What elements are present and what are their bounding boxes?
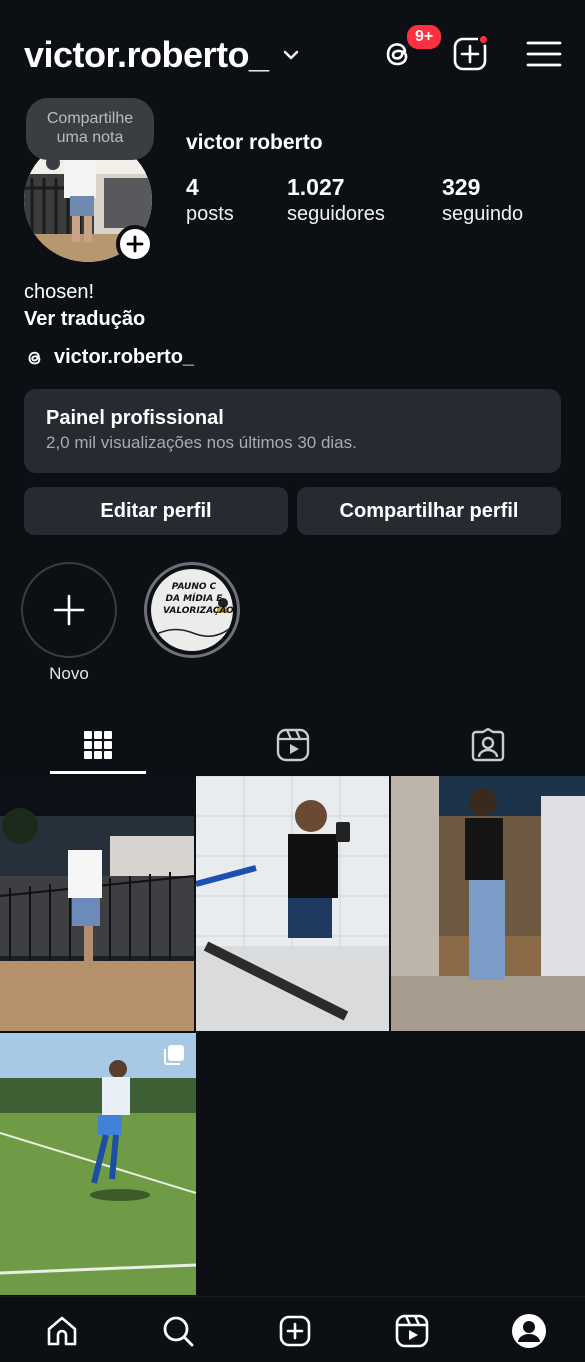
add-story-button[interactable] <box>116 225 154 263</box>
stat-label: posts <box>186 203 234 225</box>
create-icon <box>279 1315 311 1347</box>
post-thumbnail[interactable] <box>0 776 194 1031</box>
top-bar: victor.roberto_ 9+ <box>0 0 585 110</box>
tagged-icon <box>471 728 504 762</box>
threads-profile-link[interactable]: victor.roberto_ <box>24 346 194 369</box>
professional-dashboard[interactable]: Painel profissional 2,0 mil visualizaçõe… <box>24 389 561 473</box>
full-name: victor roberto <box>186 131 323 154</box>
tab-reels[interactable] <box>195 716 390 774</box>
username: victor.roberto_ <box>24 34 269 75</box>
nav-home[interactable] <box>42 1311 82 1351</box>
post-thumbnail[interactable] <box>0 1033 196 1295</box>
reels-icon <box>276 728 309 762</box>
profile-tabs <box>0 716 585 776</box>
grid-icon <box>83 731 112 759</box>
see-translation-link[interactable]: Ver tradução <box>24 308 145 331</box>
new-activity-dot <box>478 34 489 45</box>
post-image <box>391 776 585 1031</box>
account-switcher[interactable]: victor.roberto_ <box>24 34 299 76</box>
tab-tagged[interactable] <box>390 716 585 774</box>
stat-value: 329 <box>442 174 481 200</box>
nav-reels[interactable] <box>392 1311 432 1351</box>
panel-title: Painel profissional <box>46 407 224 429</box>
carousel-icon <box>164 1045 184 1065</box>
stat-value: 1.027 <box>287 174 345 200</box>
note-placeholder: Compartilhe uma nota <box>46 110 134 146</box>
active-tab-indicator <box>50 771 146 774</box>
share-profile-button[interactable]: Compartilhar perfil <box>297 487 561 535</box>
highlight-item[interactable]: PAUNO C DA MÍDIA E VALORIZAÇÃO <box>144 562 240 658</box>
post-thumbnail[interactable] <box>196 776 389 1031</box>
threads-handle: victor.roberto_ <box>54 346 195 368</box>
plus-icon <box>53 594 85 626</box>
plus-icon <box>126 235 144 253</box>
menu-icon[interactable] <box>524 34 564 74</box>
new-highlight-label: Novo <box>49 664 89 683</box>
nav-profile[interactable] <box>509 1311 549 1351</box>
stat-value: 4 <box>186 174 199 200</box>
new-highlight-button[interactable] <box>21 562 117 658</box>
bio-text: chosen! <box>24 281 95 303</box>
note-bubble-tail <box>46 156 60 170</box>
stat-label: seguidores <box>287 203 385 225</box>
bottom-navigation <box>0 1296 585 1362</box>
nav-create[interactable] <box>275 1311 315 1351</box>
reels-icon <box>395 1314 429 1348</box>
post-image <box>196 776 389 1031</box>
highlight-cover-text: PAUNO C DA MÍDIA E VALORIZAÇÃO <box>163 582 234 616</box>
stat-label: seguindo <box>442 203 524 225</box>
chevron-down-icon <box>283 50 298 60</box>
edit-profile-button[interactable]: Editar perfil <box>24 487 288 535</box>
note-bubble[interactable]: Compartilhe uma nota <box>26 98 154 160</box>
profile-icon <box>512 1314 546 1348</box>
search-icon <box>163 1316 194 1347</box>
post-image <box>0 1033 196 1295</box>
stat-followers[interactable]: 1.027 seguidores <box>287 174 385 226</box>
threads-icon <box>28 351 41 364</box>
home-icon <box>47 1316 77 1346</box>
stat-following[interactable]: 329 seguindo <box>442 174 523 226</box>
post-image <box>0 776 194 1031</box>
panel-subtitle: 2,0 mil visualizações nos últimos 30 dia… <box>46 433 357 452</box>
notification-badge: 9+ <box>404 22 445 52</box>
post-thumbnail[interactable] <box>391 776 585 1031</box>
stat-posts[interactable]: 4 posts <box>186 174 234 226</box>
tab-grid[interactable] <box>0 716 195 774</box>
nav-search[interactable] <box>158 1311 198 1351</box>
